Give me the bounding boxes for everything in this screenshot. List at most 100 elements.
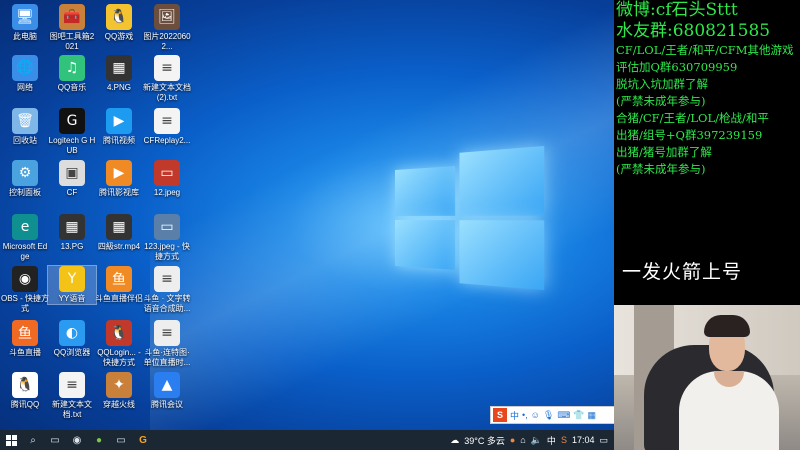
desktop-icon[interactable]: ▦ 4.PNG	[95, 55, 143, 93]
task-view-icon[interactable]: ▭	[44, 430, 66, 450]
obs-icon[interactable]: ◉	[66, 430, 88, 450]
desktop-icon[interactable]: ▦ 13.PG	[48, 214, 96, 252]
volume-icon[interactable]: 🔈	[531, 435, 542, 446]
desktop-icon-image: ≡	[154, 55, 180, 81]
desktop-icon-label: 新建文本文档(2).txt	[143, 83, 191, 103]
desktop-icon[interactable]: 🖥 此电脑	[1, 4, 49, 42]
overlay-tagline: 一发火箭上号	[622, 257, 742, 284]
desktop-icon-image: ▦	[106, 214, 132, 240]
desktop-icon-image: ✦	[106, 372, 132, 398]
desktop-icon[interactable]: ✦ 穿越火线	[95, 372, 143, 410]
desktop-icon[interactable]: ▶ 腾讯视频	[95, 108, 143, 146]
desktop-icon[interactable]: ♫ QQ音乐	[48, 55, 96, 93]
keyboard-icon[interactable]: ⌨	[557, 410, 570, 421]
desktop-icon-image: ≡	[154, 108, 180, 134]
search-icon[interactable]: ⌕	[22, 430, 44, 450]
overlay-line: 出猪/猪号加群了解	[616, 144, 800, 161]
desktop-icon-image: ▦	[106, 55, 132, 81]
desktop-icon-label: 回收站	[1, 136, 49, 146]
notification-icon[interactable]: ▭	[599, 435, 608, 446]
desktop-icon[interactable]: 🐧 腾讯QQ	[1, 372, 49, 410]
desktop-icon[interactable]: ⚙ 控制面板	[1, 160, 49, 198]
desktop-icon[interactable]: 🐧 QQ游戏	[95, 4, 143, 42]
taskbar: ⌕ ▭ ◉ ● ▭ G ☁ 39°C 多云 ● ⌂ 🔈 中 S 17:04 ▭	[0, 430, 614, 450]
desktop-icon[interactable]: ◉ OBS - 快捷方式	[1, 266, 49, 314]
desktop-icon-label: QQ浏览器	[48, 348, 96, 358]
desktop-icon-image: ≡	[154, 320, 180, 346]
desktop-icon-image: ◉	[12, 266, 38, 292]
desktop-icon[interactable]: 🧰 图吧工具箱2021	[48, 4, 96, 52]
overlay-line: 脱坑入坑加群了解	[616, 76, 800, 93]
desktop-icon[interactable]: ≡ 斗鱼 · 文字转语音合成助...	[143, 266, 191, 314]
desktop-icon-label: 123.jpeg - 快捷方式	[143, 242, 191, 262]
desktop-icon-image: 🐧	[106, 4, 132, 30]
desktop-icon[interactable]: ▭ 123.jpeg - 快捷方式	[143, 214, 191, 262]
windows-icon	[6, 435, 17, 446]
clock[interactable]: 17:04	[572, 435, 595, 445]
app-tray-icon[interactable]: ●	[510, 435, 515, 445]
desktop-icon-image: 🌐	[12, 55, 38, 81]
desktop-icon-label: CFReplay2...	[143, 136, 191, 146]
desktop-icon[interactable]: Y YY语音	[48, 266, 96, 304]
ime-mode[interactable]: 中	[510, 409, 519, 422]
desktop-icon-label: CF	[48, 188, 96, 198]
ime-toolbar[interactable]: S 中 •, ☺ 🎙 ⌨ 👕 ▦	[490, 406, 614, 424]
desktop-icon-label: QQ音乐	[48, 83, 96, 93]
desktop-icon-label: 腾讯影视库	[95, 188, 143, 198]
desktop-icon[interactable]: 鱼斗鱼直播	[1, 320, 49, 358]
desktop-icon[interactable]: ≡ CFReplay2...	[143, 108, 191, 146]
g-hub-icon[interactable]: G	[132, 430, 154, 450]
weather-icon[interactable]: ☁	[450, 435, 459, 446]
ime-tray-icon[interactable]: S	[561, 435, 567, 445]
overlay-weibo: 微博:cf石头Sttt	[616, 0, 800, 21]
desktop-icon[interactable]: ▣ CF	[48, 160, 96, 198]
desktop-icon[interactable]: 🌐 网络	[1, 55, 49, 93]
overlay-line: (严禁未成年参与)	[616, 161, 800, 178]
weather-text[interactable]: 39°C 多云	[464, 434, 505, 447]
desktop-icon-label: 斗鱼直播	[1, 348, 49, 358]
desktop-icon-label: OBS - 快捷方式	[1, 294, 49, 314]
app-window-icon[interactable]: ▭	[110, 430, 132, 450]
start-button[interactable]	[0, 430, 22, 450]
desktop-icon-image: ▲	[154, 372, 180, 398]
desktop-icon[interactable]: ≡ 斗鱼·连特图·单位直播时...	[143, 320, 191, 368]
desktop-icon[interactable]: 🖼 图片20220602...	[143, 4, 191, 52]
punctuation-icon[interactable]: •,	[522, 410, 528, 420]
desktop-icon-label: 斗鱼 · 文字转语音合成助...	[143, 294, 191, 314]
toolbox-icon[interactable]: ▦	[588, 410, 597, 421]
desktop-icon[interactable]: ▶ 腾讯影视库	[95, 160, 143, 198]
desktop-icon[interactable]: ◐ QQ浏览器	[48, 320, 96, 358]
desktop-icon[interactable]: e Microsoft Edge	[1, 214, 49, 262]
desktop-icon[interactable]: ▦ 四級str.mp4	[95, 214, 143, 252]
desktop-icon-image: ▭	[154, 160, 180, 186]
network-icon[interactable]: ⌂	[520, 435, 525, 445]
desktop-icon[interactable]: ≡ 新建文本文档(2).txt	[143, 55, 191, 103]
desktop-icon-label: 穿越火线	[95, 400, 143, 410]
emoji-icon[interactable]: ☺	[531, 410, 540, 420]
desktop-icon[interactable]: 🗑 回收站	[1, 108, 49, 146]
desktop-icon[interactable]: ≡ 新建文本文档.txt	[48, 372, 96, 420]
desktop-icon[interactable]: 🐧 QQLogin... - 快捷方式	[95, 320, 143, 368]
desktop: 🖥 此电脑 🧰 图吧工具箱2021 🐧 QQ游戏 🖼 图片20220602... 🌐 网络 ♫ QQ音…	[0, 0, 614, 430]
skin-icon[interactable]: 👕	[573, 410, 584, 421]
desktop-icon[interactable]: ▭ 12.jpeg	[143, 160, 191, 198]
desktop-icon-label: YY语音	[48, 294, 96, 304]
desktop-icon-label: Logitech G HUB	[48, 136, 96, 156]
desktop-icon[interactable]: ▲ 腾讯会议	[143, 372, 191, 410]
app-green-icon[interactable]: ●	[88, 430, 110, 450]
desktop-icon-image: 🖼	[154, 4, 180, 30]
desktop-icon-label: 斗鱼·连特图·单位直播时...	[143, 348, 191, 368]
desktop-icon-label: 网络	[1, 83, 49, 93]
desktop-icon-label: 新建文本文档.txt	[48, 400, 96, 420]
mic-icon[interactable]: 🎙	[543, 410, 554, 421]
desktop-icon-image: 🖥	[12, 4, 38, 30]
system-tray: ☁ 39°C 多云 ● ⌂ 🔈 中 S 17:04 ▭	[450, 434, 614, 447]
language-indicator[interactable]: 中	[547, 434, 556, 447]
stream-overlay-text: 微博:cf石头Sttt 水友群:680821585 CF/LOL/王者/和平/C…	[614, 0, 800, 305]
desktop-icon[interactable]: G Logitech G HUB	[48, 108, 96, 156]
desktop-icon-image: Y	[59, 266, 85, 292]
overlay-info-lines: CF/LOL/王者/和平/CFM其他游戏 评估加Q群630709959 脱坑入坑加群…	[614, 42, 800, 178]
desktop-icon[interactable]: 鱼斗鱼直播伴侣	[95, 266, 143, 304]
desktop-icon-image: ♫	[59, 55, 85, 81]
overlay-line: 出猪/组号+Q群397239159	[616, 127, 800, 144]
